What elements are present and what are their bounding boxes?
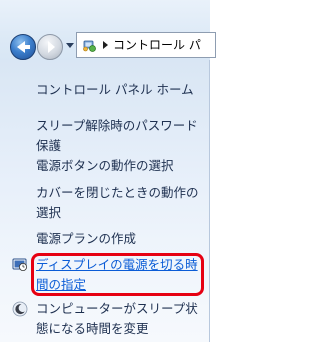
control-panel-icon [83,40,96,52]
back-button-icon[interactable] [10,34,36,60]
address-bar[interactable]: コントロール パ [76,32,216,58]
display-timer-icon [12,258,27,271]
sleep-timer-label-line2: 態になる時間を変更 [36,321,149,336]
sleep-timer-link[interactable]: コンピューターがスリープ状 態になる時間を変更 [36,299,204,339]
create-power-plan-link[interactable]: 電源プランの作成 [36,229,204,249]
recent-pages-dropdown-icon[interactable] [66,43,74,48]
control-panel-home-link[interactable]: コントロール パネル ホーム [36,80,204,100]
lid-close-action-label-line1: カバーを閉じたときの動作の [36,185,199,200]
wakeup-password-label-line1: スリープ解除時のパスワード [36,118,198,133]
moon-sleep-icon [12,301,28,317]
pane-divider [209,60,210,342]
wakeup-password-link[interactable]: スリープ解除時のパスワード 保護 [36,116,204,156]
forward-button-icon[interactable] [37,34,63,60]
create-power-plan-label: 電源プランの作成 [36,231,137,246]
control-panel-home-label: コントロール パネル ホーム [36,82,194,97]
wakeup-password-label-line2: 保護 [36,138,62,153]
breadcrumb-chevron-icon[interactable] [103,41,108,49]
sleep-timer-label-line1: コンピューターがスリープ状 [36,301,198,316]
lid-close-action-link[interactable]: カバーを閉じたときの動作の 選択 [36,183,204,223]
power-button-action-link[interactable]: 電源ボタンの動作の選択 [36,156,204,176]
lid-close-action-label-line2: 選択 [36,205,62,220]
highlight-annotation-box [31,253,204,296]
power-button-action-label: 電源ボタンの動作の選択 [36,158,174,173]
breadcrumb-path[interactable]: コントロール パ [113,36,201,54]
